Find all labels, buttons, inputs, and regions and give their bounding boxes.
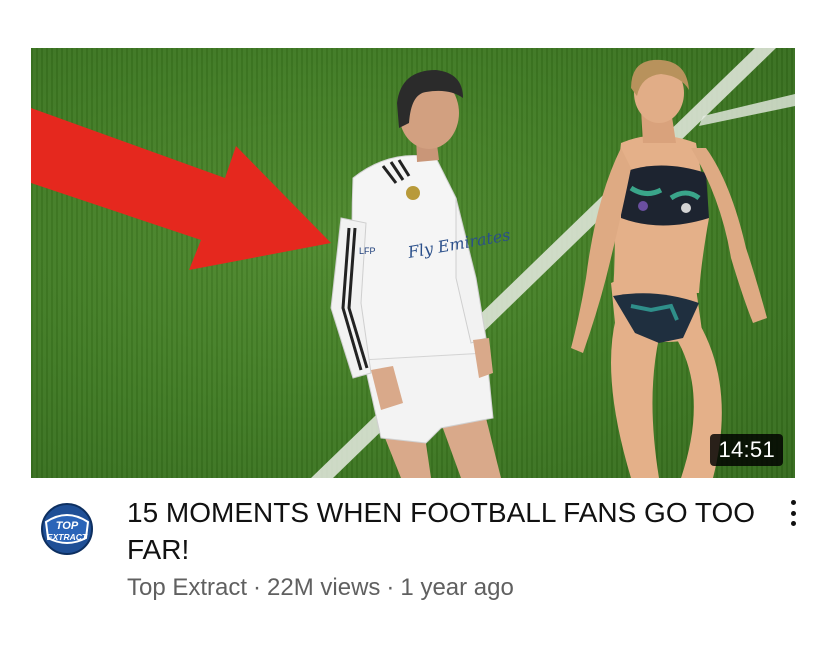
player-figure — [330, 70, 501, 478]
channel-name[interactable]: Top Extract — [127, 574, 247, 601]
fan-figure — [571, 59, 767, 478]
red-arrow-overlay — [31, 108, 331, 270]
video-title[interactable]: 15 MOMENTS WHEN FOOTBALL FANS GO TOO FAR… — [127, 494, 757, 568]
more-dot — [790, 521, 796, 526]
top-extract-logo: TOP EXTRACT — [41, 503, 93, 555]
more-dot — [790, 500, 796, 505]
lfp-badge-text: LFP — [359, 246, 376, 256]
upload-age: 1 year ago — [400, 574, 514, 601]
video-thumbnail[interactable]: Fly Emirates LFP 14:51 — [31, 48, 795, 478]
video-metadata: Top Extract · 22M views · 1 year ago — [127, 574, 514, 602]
more-vertical-icon[interactable] — [780, 498, 806, 528]
avatar-logo-line1: TOP — [56, 520, 79, 532]
view-count: 22M views — [267, 574, 381, 601]
more-dot — [790, 510, 796, 516]
meta-separator: · — [386, 574, 395, 601]
avatar-logo-line2: EXTRACT — [47, 532, 88, 542]
channel-avatar[interactable]: TOP EXTRACT — [40, 502, 94, 556]
video-duration-badge: 14:51 — [710, 434, 783, 466]
thumbnail-scene: Fly Emirates LFP — [31, 48, 795, 478]
meta-separator: · — [253, 574, 262, 601]
